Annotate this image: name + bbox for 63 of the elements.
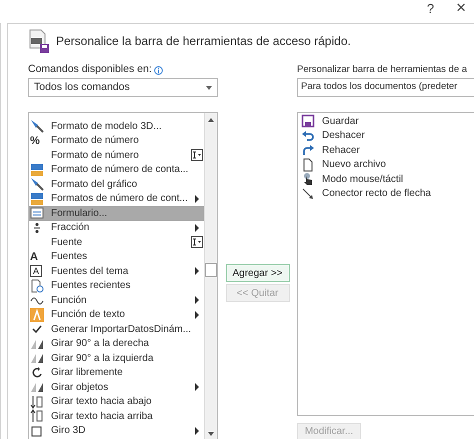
- number-format-icon: [30, 192, 44, 206]
- redo-icon: [301, 143, 315, 158]
- command-item[interactable]: Fuentes recientes: [29, 278, 204, 293]
- scroll-thumb[interactable]: [205, 263, 217, 277]
- scrollbar[interactable]: [204, 113, 217, 439]
- command-item[interactable]: Fracción: [29, 220, 204, 235]
- toolbar-item[interactable]: Nuevo archivo: [301, 158, 474, 172]
- cube-icon: [30, 424, 44, 438]
- command-item[interactable]: Función: [29, 293, 204, 308]
- scroll-down-icon: [208, 432, 214, 436]
- form-icon: [30, 206, 44, 220]
- add-button[interactable]: Agregar >>: [226, 264, 290, 282]
- page-heading: Personalice la barra de herramientas de acceso rápido.: [56, 33, 351, 50]
- glyph-icon: A: [30, 248, 44, 265]
- commands-dropdown[interactable]: Todos los comandos: [28, 78, 218, 97]
- hand-icon: [301, 172, 315, 186]
- command-item[interactable]: Función de texto: [29, 308, 204, 322]
- dropdown-arrow-icon: [206, 86, 212, 90]
- rotate-arrow-icon: [30, 366, 44, 380]
- save-icon: [301, 114, 315, 128]
- text-direction-icon: [30, 394, 44, 409]
- toolbar-item[interactable]: Modo mouse/táctil: [301, 172, 474, 186]
- toolbar-item[interactable]: Deshacer: [301, 128, 474, 143]
- customize-dropdown[interactable]: Para todos los documentos (predeter: [297, 78, 474, 97]
- command-item[interactable]: Formulario...: [29, 206, 204, 220]
- command-item[interactable]: Girar objetos: [29, 380, 204, 394]
- close-button[interactable]: ×: [456, 0, 466, 16]
- arrow-icon: [301, 186, 315, 201]
- command-item[interactable]: Formatos de número de cont...: [29, 192, 204, 206]
- brush-icon: [30, 119, 44, 134]
- command-item[interactable]: Girar texto hacia arriba: [29, 409, 204, 424]
- command-item[interactable]: Formato del gráfico: [29, 177, 204, 192]
- command-item[interactable]: Girar 90° a la derecha: [29, 336, 204, 351]
- toolbar-item[interactable]: Guardar: [301, 114, 474, 128]
- command-item[interactable]: Generar ImportarDatosDinám...: [29, 322, 204, 336]
- command-item[interactable]: Giro 3D: [29, 424, 204, 438]
- command-item[interactable]: Girar libremente: [29, 366, 204, 380]
- printer-save-icon: [28, 29, 50, 53]
- command-item[interactable]: A Fuentes del tema: [29, 264, 204, 278]
- command-item[interactable]: Girar 90° a la izquierda: [29, 351, 204, 366]
- toolbar-item[interactable]: Conector recto de flecha: [301, 186, 474, 201]
- command-item[interactable]: Formato de modelo 3D...: [29, 119, 204, 134]
- brush-icon: [30, 177, 44, 192]
- command-item[interactable]: Formato de número de conta...: [29, 162, 204, 177]
- command-item[interactable]: Fuente: [29, 235, 204, 250]
- text-function-icon: [30, 308, 44, 322]
- text-direction-icon: [30, 409, 44, 424]
- undo-icon: [301, 128, 315, 143]
- scroll-up-icon: [208, 118, 214, 122]
- document-icon: [301, 158, 315, 172]
- commands-label: Comandos disponibles en:: [28, 62, 152, 78]
- command-item[interactable]: % Formato de número: [29, 134, 204, 148]
- number-format-icon: [30, 162, 44, 177]
- info-icon: [154, 66, 163, 74]
- command-item[interactable]: Formato de número: [29, 148, 204, 162]
- customize-label: Personalizar barra de herramientas de a: [297, 63, 468, 77]
- command-item[interactable]: Girar texto hacia abajo: [29, 394, 204, 409]
- boxed-glyph-icon: A: [30, 265, 42, 278]
- command-item[interactable]: A Fuentes: [29, 250, 204, 264]
- document-clock-icon: [30, 278, 44, 293]
- help-button[interactable]: ?: [426, 0, 434, 18]
- toolbar-item[interactable]: Rehacer: [301, 143, 474, 158]
- glyph-icon: %: [30, 132, 44, 149]
